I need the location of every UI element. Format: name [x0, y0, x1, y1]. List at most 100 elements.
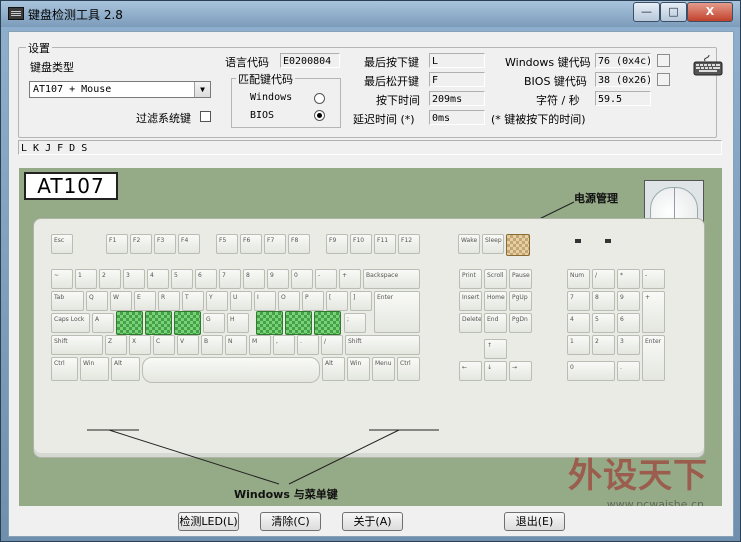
language-code-field: E0200804 — [280, 53, 340, 68]
key-home: Home — [484, 291, 507, 311]
window-title: 键盘检测工具 2.8 — [28, 8, 123, 22]
key-t: T — [182, 291, 204, 311]
keyboard-model-label: AT107 — [24, 172, 118, 200]
key-pause: Pause — [509, 269, 532, 289]
bios-keycode-field: 38 (0x26) — [595, 72, 651, 87]
key-f — [174, 311, 201, 335]
key-g: G — [203, 313, 225, 333]
key-num-plus: + — [642, 291, 665, 333]
key-f8: F8 — [288, 234, 310, 254]
key-a: A — [92, 313, 114, 333]
key-l — [314, 311, 341, 335]
key-right-alt: Alt — [322, 357, 345, 381]
key-num-minus: - — [642, 269, 665, 289]
settings-group-title: 设置 — [26, 40, 52, 56]
key-end: End — [484, 313, 507, 333]
match-windows-radio[interactable] — [314, 93, 325, 104]
match-bios-label: BIOS — [250, 110, 275, 121]
key-num-multiply: * — [617, 269, 640, 289]
keyboard-type-select[interactable]: AT107 + Mouse ▼ — [29, 81, 211, 98]
key-caps-lock: Caps Lock — [51, 313, 90, 333]
windows-keycode-indicator — [657, 54, 670, 67]
key-4: 4 — [147, 269, 169, 289]
key-print-screen: Print — [459, 269, 482, 289]
key-y: Y — [206, 291, 228, 311]
key-x: X — [129, 335, 151, 355]
key-num-3: 3 — [617, 335, 640, 355]
key-num-4: 4 — [567, 313, 590, 333]
key-num-7: 7 — [567, 291, 590, 311]
clear-button[interactable]: 清除(C) — [260, 512, 321, 531]
key-h: H — [227, 313, 249, 333]
key-lbracket: [ — [326, 291, 348, 311]
maximize-button[interactable]: □ — [660, 2, 687, 22]
key-page-up: PgUp — [509, 291, 532, 311]
about-button[interactable]: 关于(A) — [342, 512, 403, 531]
minimize-button[interactable]: — — [633, 2, 660, 22]
filter-system-keys-checkbox[interactable] — [200, 111, 211, 122]
key-s — [116, 311, 143, 335]
key-num-0: 0 — [567, 361, 615, 381]
match-windows-label: Windows — [250, 92, 293, 103]
key-f3: F3 — [154, 234, 176, 254]
key-f4: F4 — [178, 234, 200, 254]
chevron-down-icon[interactable]: ▼ — [194, 82, 210, 97]
key-v: V — [177, 335, 199, 355]
exit-button[interactable]: 退出(E) — [504, 512, 565, 531]
key-f2: F2 — [130, 234, 152, 254]
language-code-label: 语言代码 — [225, 56, 269, 69]
windows-keycode-field: 76 (0x4c) — [595, 53, 651, 68]
key-space — [142, 357, 320, 383]
key-e: E — [134, 291, 156, 311]
key-page-down: PgDn — [509, 313, 532, 333]
key-menu: Menu — [372, 357, 395, 381]
key-sleep: Sleep — [482, 234, 504, 254]
key-arrow-down: ↓ — [484, 361, 507, 381]
key-z: Z — [105, 335, 127, 355]
detect-led-button[interactable]: 检测LED(L) — [178, 512, 239, 531]
key-scroll-lock: Scroll — [484, 269, 507, 289]
key-f6: F6 — [240, 234, 262, 254]
delay-time-label: 延迟时间 (*) — [353, 113, 415, 126]
delay-time-field: 0ms — [429, 110, 485, 125]
key-rbracket: ] — [350, 291, 372, 311]
delay-note: (* 键被按下的时间) — [491, 113, 586, 126]
key-num-divide: / — [592, 269, 615, 289]
keyboard-type-label: 键盘类型 — [30, 61, 74, 74]
key-backspace: Backspace — [363, 269, 420, 289]
key-3: 3 — [123, 269, 145, 289]
key-right-win: Win — [347, 357, 370, 381]
key-f1: F1 — [106, 234, 128, 254]
keyboard-type-value: AT107 + Mouse — [33, 84, 112, 95]
key-num-8: 8 — [592, 291, 615, 311]
key-minus: - — [315, 269, 337, 289]
key-left-shift: Shift — [51, 335, 103, 355]
key-f12: F12 — [398, 234, 420, 254]
key-num-decimal: . — [617, 361, 640, 381]
key-6: 6 — [195, 269, 217, 289]
last-pressed-field: L — [429, 53, 485, 68]
windows-keycode-label: Windows 键代码 — [505, 56, 591, 69]
key-delete: Delete — [459, 313, 482, 333]
key-p: P — [302, 291, 324, 311]
filter-system-keys-label: 过滤系统键 — [136, 112, 191, 125]
key-num-6: 6 — [617, 313, 640, 333]
press-time-field: 209ms — [429, 91, 485, 106]
close-button[interactable]: X — [687, 2, 733, 22]
last-released-label: 最后松开键 — [364, 75, 419, 88]
key-enter: Enter — [374, 291, 420, 333]
key-f10: F10 — [350, 234, 372, 254]
key-log-field: L K J F D S — [18, 140, 722, 155]
watermark-logo: 外设天下 — [568, 456, 708, 496]
key-w: W — [110, 291, 132, 311]
match-bios-radio[interactable] — [314, 110, 325, 121]
last-released-field: F — [429, 72, 485, 87]
key-8: 8 — [243, 269, 265, 289]
win-menu-leader-lines — [87, 429, 439, 485]
key-comma: , — [273, 335, 295, 355]
last-pressed-label: 最后按下键 — [364, 56, 419, 69]
client-area: 设置 键盘类型 AT107 + Mouse ▼ 过滤系统键 语言代码 E0200… — [8, 31, 734, 537]
match-code-group-title: 匹配键代码 — [236, 71, 295, 87]
keyboard-icon — [693, 54, 723, 76]
match-code-group: 匹配键代码 Windows BIOS — [231, 71, 341, 128]
